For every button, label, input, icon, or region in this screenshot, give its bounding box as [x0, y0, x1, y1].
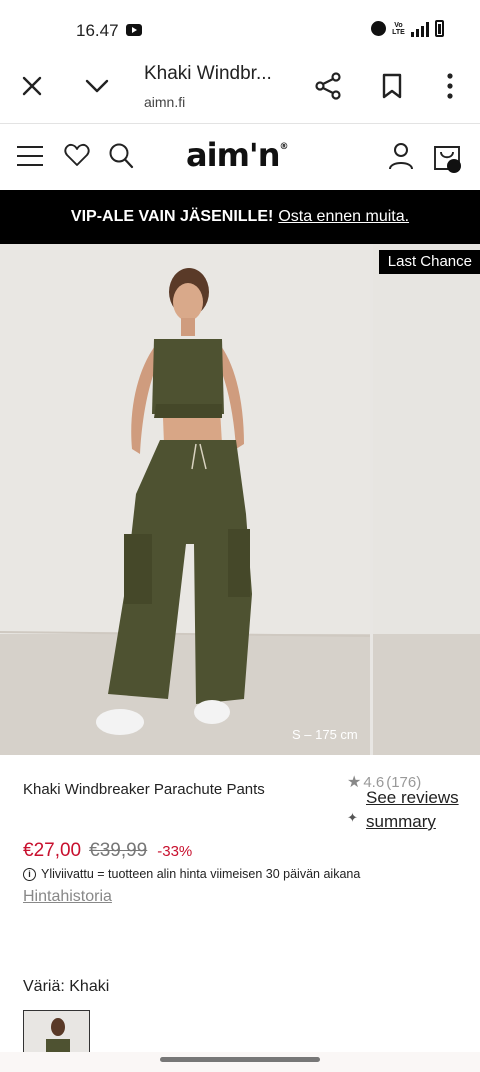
volte-icon: Vo LTE	[392, 21, 405, 36]
last-chance-badge: Last Chance	[378, 250, 480, 274]
star-icon: ★	[347, 774, 362, 791]
reviews-summary-text[interactable]: See reviews summary	[366, 788, 459, 831]
chevron-down-icon[interactable]	[84, 74, 110, 98]
product-gallery[interactable]: Last Chance S – 175 cm	[0, 244, 480, 755]
price-info: i Yliviivattu = tuotteen alin hinta viim…	[23, 867, 360, 881]
color-label: Väriä: Khaki	[23, 978, 110, 995]
price-row: €27,00 €39,99 -33%	[23, 840, 192, 862]
original-price: €39,99	[89, 840, 148, 861]
product-name: Khaki Windbreaker Parachute Pants	[23, 781, 265, 798]
battery-icon	[435, 20, 444, 37]
status-bar: 16.47 Vo LTE	[0, 0, 480, 60]
status-icons: Vo LTE	[371, 20, 444, 37]
product-photo[interactable]	[0, 244, 370, 755]
site-header: aim'n®	[0, 124, 480, 190]
cart-badge	[447, 159, 461, 173]
promo-link[interactable]: Osta ennen muita.	[278, 208, 409, 226]
status-time: 16.47	[76, 21, 119, 40]
share-icon[interactable]	[314, 72, 342, 100]
page-title[interactable]: Khaki Windbr...	[144, 63, 284, 85]
alarm-icon	[371, 21, 386, 36]
promo-text: VIP-ALE VAIN JÄSENILLE!	[70, 208, 274, 225]
reviews-summary-link[interactable]: See reviews summary	[366, 786, 466, 834]
bookmark-icon[interactable]	[381, 73, 403, 99]
brand-logo[interactable]: aim'n®	[186, 136, 288, 174]
product-photo-next[interactable]	[373, 244, 480, 755]
price-info-text: Yliviivattu = tuotteen alin hinta viimei…	[41, 867, 361, 881]
model-size-caption: S – 175 cm	[292, 727, 358, 742]
close-icon[interactable]	[20, 74, 44, 98]
gesture-nav-handle[interactable]	[160, 1057, 320, 1062]
sparkle-icon: ✦	[347, 810, 358, 825]
youtube-icon	[126, 24, 142, 36]
bottom-bar	[0, 1052, 480, 1072]
heart-icon[interactable]	[64, 143, 90, 167]
current-price: €27,00	[23, 840, 82, 861]
promo-banner[interactable]: VIP-ALE VAIN JÄSENILLE! Osta ennen muita…	[0, 190, 480, 244]
page-url[interactable]: aimn.fi	[144, 94, 185, 110]
account-icon[interactable]	[388, 142, 414, 170]
menu-icon[interactable]	[16, 144, 44, 168]
discount-badge: -33%	[157, 843, 193, 860]
search-icon[interactable]	[108, 142, 134, 170]
more-vert-icon[interactable]	[440, 72, 460, 100]
browser-toolbar: Khaki Windbr... aimn.fi	[0, 60, 480, 124]
price-history-link[interactable]: Hintahistoria	[23, 888, 112, 906]
trademark-mark: ®	[279, 142, 288, 152]
4g-signal-icon	[411, 21, 429, 37]
info-icon: i	[23, 867, 36, 881]
